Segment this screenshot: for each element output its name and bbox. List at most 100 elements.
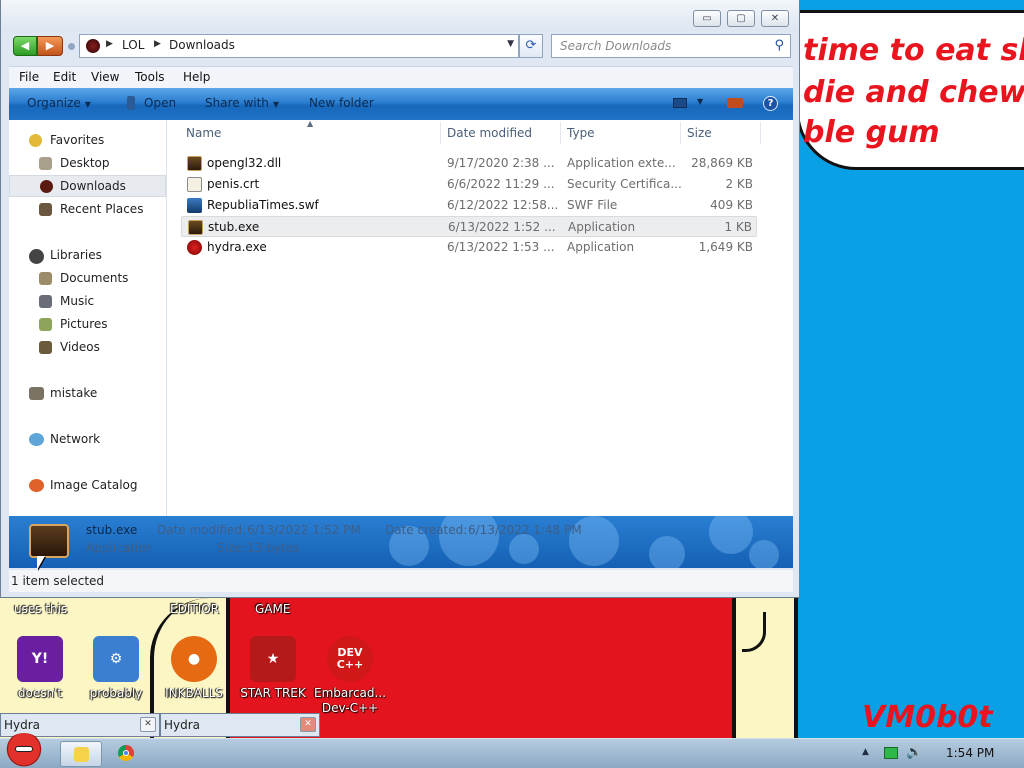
- detail-created-value: 6/13/2022 1:48 PM: [468, 523, 582, 537]
- file-row[interactable]: hydra.exe 6/13/2022 1:53 ... Application…: [181, 237, 757, 258]
- file-date: 6/13/2022 1:52 ...: [448, 220, 556, 234]
- hydra-window-title: Hydra: [4, 718, 41, 732]
- clock[interactable]: 1:54 PM: [946, 746, 994, 760]
- column-separator[interactable]: [680, 122, 681, 144]
- column-header-date[interactable]: Date modified: [447, 126, 532, 140]
- hydra-window-title: Hydra: [164, 718, 201, 732]
- hydra-window[interactable]: Hydra ✕: [160, 713, 320, 737]
- detail-created-label: Date created:: [385, 523, 468, 537]
- show-hidden-icons-button[interactable]: ▲: [862, 747, 869, 757]
- desktop-icon-gears[interactable]: ⚙ probably: [76, 636, 156, 701]
- dll-icon: [187, 156, 202, 171]
- close-button[interactable]: ✕: [140, 717, 156, 732]
- nav-label: mistake: [50, 386, 98, 400]
- column-header-name[interactable]: Name: [186, 126, 221, 140]
- nav-desktop[interactable]: Desktop: [9, 152, 166, 174]
- recent-places-icon: [39, 203, 52, 216]
- preview-pane-icon[interactable]: [727, 98, 743, 108]
- inkball-icon: ●: [171, 636, 217, 682]
- menu-edit[interactable]: Edit: [53, 70, 76, 84]
- refresh-button[interactable]: ⟳: [519, 34, 543, 58]
- file-size: 28,869 KB: [691, 156, 753, 170]
- taskbar: ▲ 🔊 1:54 PM: [0, 733, 1024, 768]
- organize-button[interactable]: Organize ▼: [27, 96, 91, 110]
- desktop-icon-star-trek[interactable]: ★ STAR TREK: [233, 636, 313, 701]
- open-button[interactable]: Open: [144, 96, 176, 110]
- file-name: RepubliaTimes.swf: [207, 198, 319, 212]
- title-bar[interactable]: ▭ ▢ ✕: [1, 0, 799, 30]
- desktop-icon-label: probably: [89, 686, 143, 700]
- nav-pictures[interactable]: Pictures: [9, 313, 166, 335]
- desktop-icon: [39, 157, 52, 170]
- column-separator[interactable]: [560, 122, 561, 144]
- nav-network[interactable]: Network: [9, 428, 166, 450]
- nav-libraries[interactable]: Libraries: [9, 244, 166, 266]
- search-input[interactable]: Search Downloads ⚲: [551, 34, 791, 58]
- nav-image-catalog[interactable]: Image Catalog: [9, 474, 166, 496]
- detail-size-value: 13 bytes: [247, 541, 300, 555]
- desktop-icon-inkball[interactable]: ● INKBALLS: [154, 636, 234, 701]
- homegroup-icon: [29, 387, 44, 400]
- nav-videos[interactable]: Videos: [9, 336, 166, 358]
- menu-tools[interactable]: Tools: [135, 70, 165, 84]
- close-button[interactable]: ✕: [300, 717, 316, 732]
- file-size: 409 KB: [710, 198, 753, 212]
- column-separator[interactable]: [760, 122, 761, 144]
- nav-documents[interactable]: Documents: [9, 267, 166, 289]
- desktop-icon-dev-cpp[interactable]: DEV C++ Embarcad... Dev-C++: [310, 636, 390, 716]
- chevron-down-icon[interactable]: ▼: [507, 39, 514, 49]
- breadcrumb-lol[interactable]: LOL: [122, 38, 144, 52]
- nav-music[interactable]: Music: [9, 290, 166, 312]
- music-icon: [39, 295, 52, 308]
- column-separator[interactable]: [440, 122, 441, 144]
- share-with-button[interactable]: Share with ▼: [205, 96, 279, 110]
- network-icon[interactable]: [884, 747, 898, 759]
- libraries-icon: [29, 249, 44, 264]
- file-name: penis.crt: [207, 177, 260, 191]
- file-thumbnail: [29, 524, 69, 558]
- change-view-icon[interactable]: [673, 98, 687, 108]
- minimize-button[interactable]: ▭: [693, 10, 721, 27]
- status-bar: 1 item selected: [9, 570, 793, 592]
- file-row[interactable]: opengl32.dll 9/17/2020 2:38 ... Applicat…: [181, 153, 757, 174]
- help-icon[interactable]: ?: [763, 96, 778, 111]
- back-button[interactable]: ◀: [13, 36, 37, 56]
- file-row[interactable]: RepubliaTimes.swf 6/12/2022 12:58... SWF…: [181, 195, 757, 216]
- new-folder-button[interactable]: New folder: [309, 96, 374, 110]
- recent-pages-dropdown-icon[interactable]: [68, 43, 75, 50]
- maximize-button[interactable]: ▢: [727, 10, 755, 27]
- menu-file[interactable]: File: [19, 70, 39, 84]
- forward-button[interactable]: ▶: [37, 36, 63, 56]
- desktop-icon-yahoo[interactable]: Y! doesn't: [0, 636, 80, 701]
- nav-mistake[interactable]: mistake: [9, 382, 166, 404]
- star-icon: [29, 134, 42, 147]
- address-bar[interactable]: ▶ LOL ▶ Downloads ▼: [79, 34, 519, 58]
- chevron-down-icon[interactable]: ▼: [697, 97, 703, 106]
- taskbar-explorer-button[interactable]: [60, 741, 102, 767]
- file-row[interactable]: penis.crt 6/6/2022 11:29 ... Security Ce…: [181, 174, 757, 195]
- breadcrumb-arrow-icon[interactable]: ▶: [106, 39, 113, 49]
- folder-icon: [74, 747, 89, 762]
- nav-recent-places[interactable]: Recent Places: [9, 198, 166, 220]
- breadcrumb-arrow-icon[interactable]: ▶: [154, 39, 161, 49]
- file-size: 1,649 KB: [698, 240, 753, 254]
- nav-favorites[interactable]: Favorites: [9, 129, 166, 151]
- command-bar: Organize ▼ Open Share with ▼ New folder ▼ …: [9, 88, 793, 120]
- desktop-icon-label: STAR TREK: [240, 686, 306, 700]
- column-header-type[interactable]: Type: [567, 126, 595, 140]
- column-header-size[interactable]: Size: [687, 126, 712, 140]
- nav-downloads[interactable]: Downloads: [9, 175, 166, 197]
- videos-icon: [39, 341, 52, 354]
- bubble-text-line: ble gum: [803, 115, 940, 150]
- search-icon[interactable]: ⚲: [774, 38, 784, 53]
- nav-label: Pictures: [60, 317, 108, 331]
- menu-help[interactable]: Help: [183, 70, 210, 84]
- volume-icon[interactable]: 🔊: [906, 745, 922, 760]
- close-button[interactable]: ✕: [761, 10, 789, 27]
- menu-view[interactable]: View: [91, 70, 119, 84]
- breadcrumb-downloads[interactable]: Downloads: [169, 38, 235, 52]
- file-row-selected[interactable]: stub.exe 6/13/2022 1:52 ... Application …: [181, 216, 757, 237]
- downloads-icon: [40, 180, 53, 193]
- chevron-down-icon: ▼: [272, 100, 280, 109]
- organize-label: Organize: [27, 96, 81, 110]
